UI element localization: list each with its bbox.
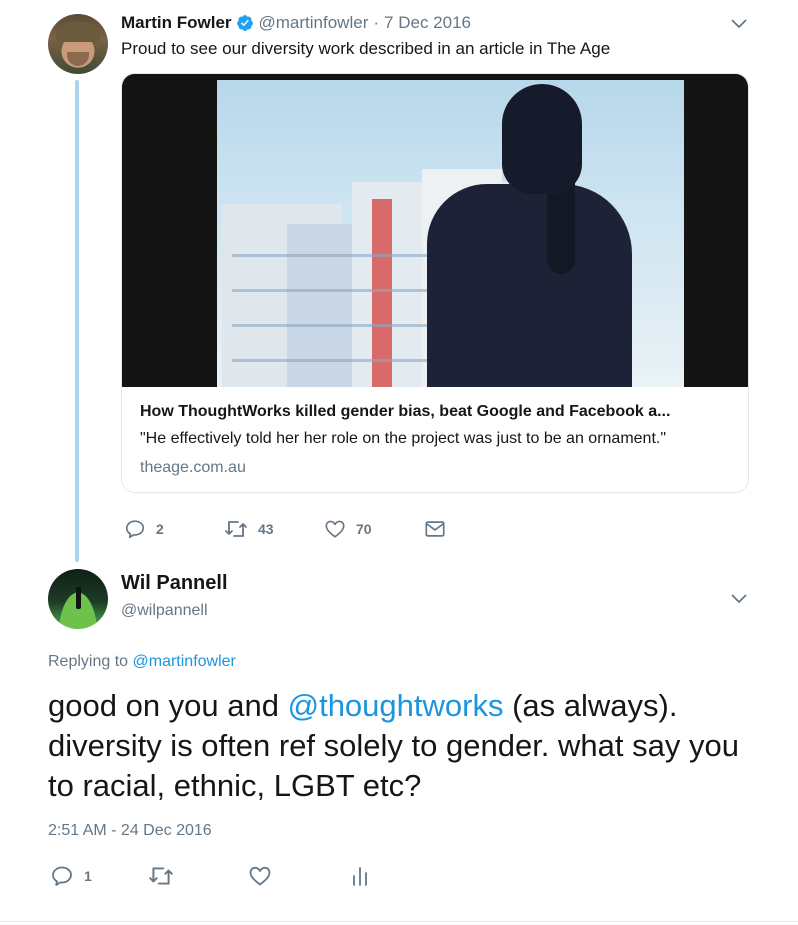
replying-to: Replying to @martinfowler bbox=[48, 653, 236, 671]
reply-button[interactable]: 1 bbox=[50, 864, 148, 888]
author-name[interactable]: Martin Fowler bbox=[121, 13, 232, 33]
card-description: "He effectively told her her role on the… bbox=[140, 430, 667, 447]
avatar-beard bbox=[67, 52, 89, 66]
retweet-icon bbox=[149, 867, 173, 885]
thread-connector-line bbox=[75, 80, 79, 562]
retweet-button[interactable]: 43 bbox=[224, 518, 324, 540]
header-separator: · bbox=[373, 13, 380, 32]
reply-icon bbox=[125, 520, 145, 539]
reply-text-part: good on you and bbox=[48, 688, 288, 723]
verified-badge-icon bbox=[236, 15, 253, 31]
building-window-row bbox=[232, 254, 432, 257]
avatar-figure bbox=[76, 587, 81, 609]
avatar-hat bbox=[56, 22, 100, 42]
tweet-text: Proud to see our diversity work describe… bbox=[121, 39, 611, 58]
reply-icon bbox=[52, 866, 72, 886]
like-button[interactable]: 70 bbox=[324, 518, 424, 540]
like-button[interactable] bbox=[248, 864, 348, 888]
reply-author-handle[interactable]: @wilpannell bbox=[121, 602, 208, 620]
window-frame bbox=[684, 74, 748, 387]
analytics-button[interactable] bbox=[348, 864, 372, 888]
analytics-icon bbox=[353, 867, 367, 886]
direct-message-icon bbox=[425, 521, 445, 537]
reply-count: 2 bbox=[156, 521, 164, 537]
reply-timestamp[interactable]: 2:51 AM - 24 Dec 2016 bbox=[48, 822, 212, 840]
like-icon bbox=[249, 866, 271, 886]
tweet-date[interactable]: 7 Dec 2016 bbox=[384, 13, 471, 33]
building-window-row bbox=[232, 324, 432, 327]
avatar-martin-fowler[interactable] bbox=[48, 14, 108, 74]
retweet-icon bbox=[225, 521, 247, 537]
woman-silhouette-body bbox=[427, 184, 632, 387]
reply-actions: 1 bbox=[50, 864, 372, 888]
reply-button[interactable]: 2 bbox=[124, 518, 224, 540]
divider bbox=[0, 921, 798, 922]
reply-count: 1 bbox=[84, 868, 92, 884]
card-image bbox=[122, 74, 748, 387]
chevron-down-icon[interactable] bbox=[731, 594, 747, 604]
direct-message-button[interactable] bbox=[424, 518, 446, 540]
reply-tweet-text: good on you and @thoughtworks (as always… bbox=[48, 686, 768, 806]
retweet-count: 43 bbox=[258, 521, 274, 537]
retweet-button[interactable] bbox=[148, 864, 248, 888]
replying-to-label: Replying to bbox=[48, 653, 129, 670]
like-count: 70 bbox=[356, 521, 372, 537]
like-icon bbox=[325, 520, 345, 538]
building-window-row bbox=[232, 289, 432, 292]
link-card[interactable]: How ThoughtWorks killed gender bias, bea… bbox=[121, 73, 749, 493]
card-title[interactable]: How ThoughtWorks killed gender bias, bea… bbox=[140, 403, 670, 421]
chevron-down-icon[interactable] bbox=[731, 19, 747, 29]
author-handle[interactable]: @martinfowler bbox=[259, 13, 369, 33]
card-domain: theage.com.au bbox=[140, 459, 246, 476]
avatar-wil-pannell[interactable] bbox=[48, 569, 108, 629]
reply-author-name[interactable]: Wil Pannell bbox=[121, 572, 228, 595]
tweet-header: Martin Fowler @martinfowler · 7 Dec 2016 bbox=[121, 12, 471, 34]
tweet-actions: 2 43 70 bbox=[124, 518, 446, 540]
mention-link[interactable]: @thoughtworks bbox=[288, 688, 504, 723]
replying-to-handle[interactable]: @martinfowler bbox=[133, 653, 236, 670]
window-frame bbox=[122, 74, 217, 387]
woman-silhouette-head bbox=[502, 84, 582, 194]
building-window-row bbox=[232, 359, 432, 362]
